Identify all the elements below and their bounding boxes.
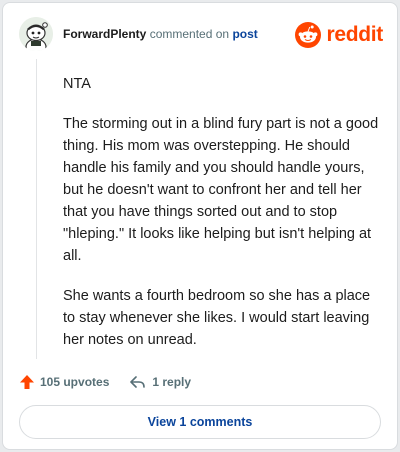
thread-line: [36, 59, 37, 359]
user-avatar-icon: [19, 17, 53, 51]
comment-paragraph: NTA: [63, 76, 91, 92]
comment-card: ForwardPlenty commented on post reddit N…: [2, 2, 398, 450]
brand-name: reddit: [326, 23, 383, 46]
comment-header: ForwardPlenty commented on post reddit: [19, 17, 383, 57]
comment-body: NTA The storming out in a blind fury par…: [63, 73, 381, 369]
reddit-snoo-icon: [295, 22, 322, 48]
reply-arrow-icon: [130, 376, 146, 388]
comment-paragraph: The storming out in a blind fury part is…: [63, 116, 379, 264]
reply-button[interactable]: 1 reply: [129, 374, 191, 390]
upvote-arrow-icon: [20, 375, 34, 389]
post-link[interactable]: post: [232, 27, 257, 41]
reply-count: 1 reply: [152, 375, 192, 389]
comment-actions: 105 upvotes 1 reply: [19, 371, 211, 393]
action-text: commented on: [149, 27, 230, 41]
reddit-logo[interactable]: reddit: [295, 21, 383, 49]
upvote-button[interactable]: 105 upvotes: [19, 374, 109, 390]
comment-paragraph: She wants a fourth bedroom so she has a …: [63, 288, 371, 348]
upvote-count: 105 upvotes: [40, 375, 110, 389]
view-comments-button[interactable]: View 1 comments: [19, 405, 381, 439]
avatar[interactable]: [19, 17, 53, 51]
author-line: ForwardPlenty commented on post: [63, 27, 258, 41]
author-name[interactable]: ForwardPlenty: [63, 27, 146, 41]
